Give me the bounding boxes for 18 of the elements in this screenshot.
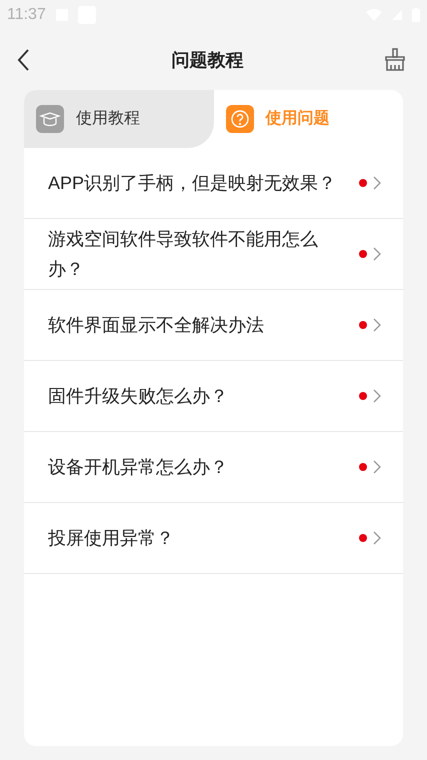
graduation-cap-icon [36, 105, 64, 133]
chevron-right-icon [373, 318, 381, 332]
broom-icon[interactable] [383, 48, 407, 72]
question-item[interactable]: 软件界面显示不全解决办法 [24, 290, 403, 361]
status-time: 11:37 [7, 5, 46, 25]
question-item[interactable]: APP识别了手柄，但是映射无效果？ [24, 148, 403, 219]
question-item[interactable]: 游戏空间软件导致软件不能用怎么办？ [24, 219, 403, 290]
question-item[interactable]: 投屏使用异常？ [24, 503, 403, 574]
chevron-right-icon [373, 460, 381, 474]
tab[interactable]: 使用教程 [24, 90, 214, 148]
chevron-right-icon [373, 247, 381, 261]
chevron-right-icon [373, 531, 381, 545]
question-icon [226, 105, 254, 133]
question-item[interactable]: 固件升级失败怎么办？ [24, 361, 403, 432]
chevron-right-icon [373, 389, 381, 403]
question-item[interactable]: 设备开机异常怎么办？ [24, 432, 403, 503]
chevron-right-icon [373, 176, 381, 190]
page-title: 问题教程 [170, 48, 244, 72]
